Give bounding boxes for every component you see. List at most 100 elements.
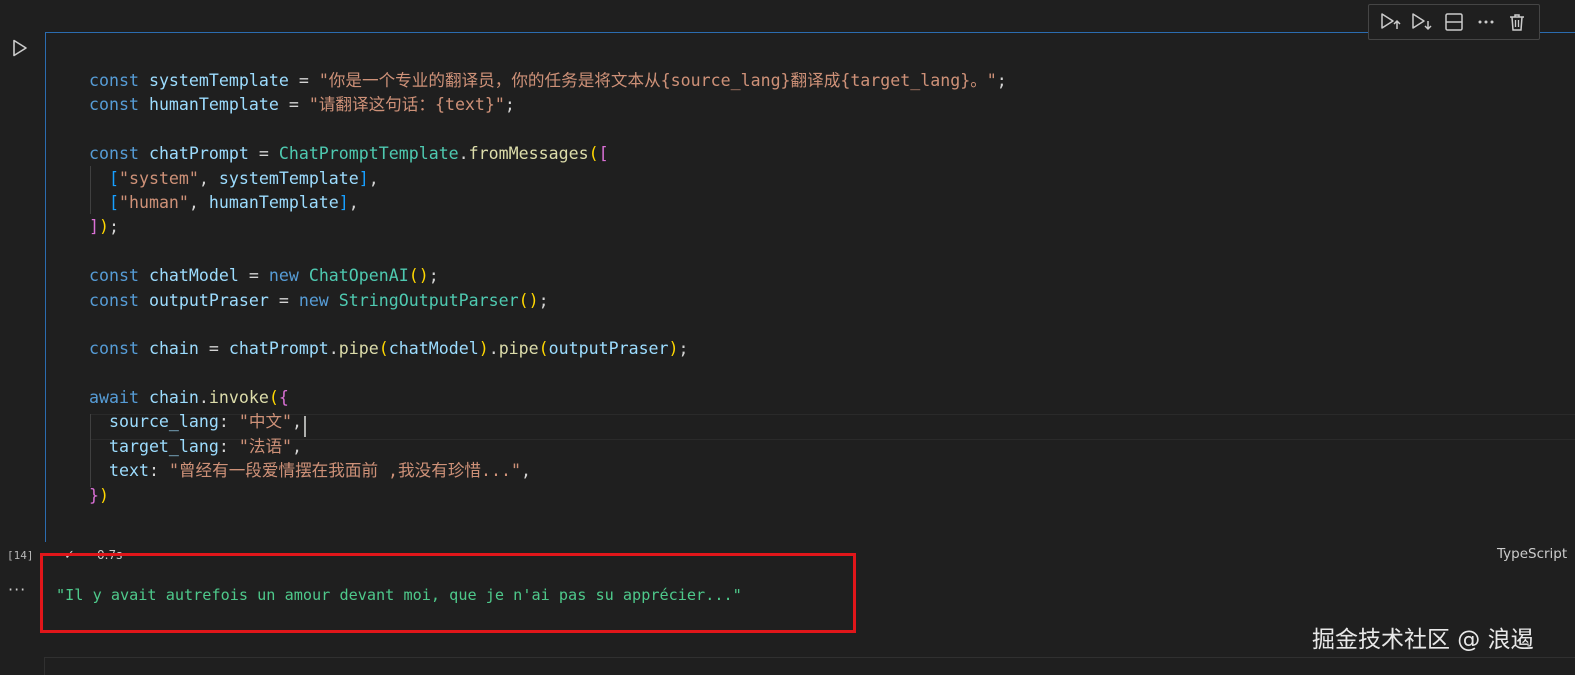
- code-line[interactable]: const humanTemplate = "请翻译这句话：{text}";: [89, 93, 1007, 117]
- code-line[interactable]: const systemTemplate = "你是一个专业的翻译员，你的任务是…: [89, 69, 1007, 93]
- code-token: new: [268, 266, 309, 286]
- code-token: .: [328, 339, 339, 359]
- code-token: ;: [428, 266, 439, 286]
- code-line[interactable]: const chain = chatPrompt.pipe(chatModel)…: [89, 337, 1007, 361]
- code-token: ;: [538, 290, 549, 310]
- code-token: chatPrompt: [228, 339, 329, 359]
- code-line[interactable]: ["system", systemTemplate],: [89, 167, 1007, 191]
- code-token: const: [89, 144, 149, 164]
- code-token: invoke: [208, 388, 269, 408]
- code-token: [: [108, 192, 119, 212]
- code-token: ): [99, 217, 109, 237]
- code-line[interactable]: const outputPraser = new StringOutputPar…: [89, 289, 1007, 313]
- code-line[interactable]: await chain.invoke({: [89, 386, 1007, 410]
- code-token: const: [89, 95, 149, 115]
- code-token: ,: [348, 192, 359, 212]
- code-token: chatModel: [148, 266, 239, 286]
- split-cell-icon: [1445, 13, 1463, 31]
- code-token: target_lang: [108, 436, 219, 456]
- execute-above-button[interactable]: [1378, 9, 1404, 35]
- code-token: humanTemplate: [208, 192, 339, 212]
- notebook-page: const systemTemplate = "你是一个专业的翻译员，你的任务是…: [0, 0, 1575, 675]
- code-token: ;: [678, 339, 689, 359]
- code-token: ChatOpenAI: [308, 266, 409, 286]
- code-line[interactable]: [89, 362, 1007, 386]
- code-line[interactable]: [89, 118, 1007, 142]
- code-line[interactable]: const chatPrompt = ChatPromptTemplate.fr…: [89, 142, 1007, 166]
- code-token: ): [668, 339, 679, 359]
- code-token: const: [89, 339, 149, 359]
- code-token: pipe: [338, 339, 379, 359]
- next-cell[interactable]: [44, 657, 1575, 675]
- code-token: new: [298, 290, 339, 310]
- code-token: =: [278, 95, 309, 115]
- code-token: await: [89, 388, 149, 408]
- code-token: text: [108, 461, 149, 481]
- code-token: humanTemplate: [148, 95, 279, 115]
- code-line[interactable]: [89, 240, 1007, 264]
- code-token: ,: [292, 412, 303, 432]
- code-token: ,: [520, 461, 531, 481]
- code-token: pipe: [498, 339, 539, 359]
- code-token: ]: [338, 192, 349, 212]
- play-icon: [13, 39, 27, 57]
- code-line[interactable]: ["human", humanTemplate],: [89, 191, 1007, 215]
- code-token: const: [89, 71, 149, 90]
- code-line[interactable]: }): [89, 484, 1007, 508]
- code-token: :: [148, 461, 169, 481]
- execute-below-icon: [1412, 13, 1432, 31]
- delete-icon: [1510, 14, 1525, 31]
- code-line[interactable]: text: "曾经有一段爱情摆在我面前 ,我没有珍惜...",: [89, 459, 1007, 483]
- code-token: (: [268, 388, 279, 408]
- code-token: =: [268, 290, 299, 310]
- code-token: chain: [148, 339, 199, 359]
- code-token: [: [108, 168, 119, 188]
- code-token: "请翻译这句话：{text}": [308, 95, 505, 115]
- code-line[interactable]: target_lang: "法语",: [89, 435, 1007, 459]
- split-cell-button[interactable]: [1441, 9, 1467, 35]
- delete-cell-button[interactable]: [1504, 9, 1530, 35]
- more-actions-button[interactable]: [1473, 9, 1499, 35]
- code-token: =: [198, 339, 229, 359]
- code-token: =: [248, 144, 279, 164]
- code-token: }: [89, 485, 99, 505]
- execute-above-icon: [1381, 13, 1401, 29]
- code-token: systemTemplate: [218, 168, 359, 188]
- cell-output-text: "Il y avait autrefois un amour devant mo…: [56, 586, 742, 604]
- run-cell-button[interactable]: [9, 37, 31, 59]
- code-line[interactable]: const chatModel = new ChatOpenAI();: [89, 264, 1007, 288]
- code-token: source_lang: [108, 412, 219, 432]
- execution-count: [14]: [7, 549, 34, 562]
- code-line[interactable]: ]);: [89, 215, 1007, 239]
- code-token: "system": [118, 168, 199, 188]
- code-token: ]: [358, 168, 369, 188]
- code-token: const: [89, 266, 149, 286]
- code-token: ,: [188, 192, 209, 212]
- watermark: 掘金技术社区 @ 浪遏: [1312, 627, 1534, 653]
- code-line[interactable]: source_lang: "中文",: [89, 410, 1007, 434]
- code-content: const systemTemplate = "你是一个专业的翻译员，你的任务是…: [89, 69, 1007, 508]
- code-token: (: [538, 339, 549, 359]
- execute-below-button[interactable]: [1409, 9, 1435, 35]
- output-actions-button[interactable]: ···: [8, 580, 26, 599]
- code-token: .: [198, 388, 209, 408]
- code-token: chatPrompt: [148, 144, 249, 164]
- code-token: ;: [996, 71, 1007, 90]
- text-cursor: [304, 416, 306, 437]
- code-token: StringOutputParser: [338, 290, 519, 310]
- code-token: ChatPromptTemplate: [278, 144, 459, 164]
- code-token: .: [488, 339, 499, 359]
- code-token: .: [458, 144, 469, 164]
- code-token: ,: [198, 168, 219, 188]
- code-token: "中文": [238, 412, 293, 432]
- code-token: {: [278, 388, 289, 408]
- cell-language-button[interactable]: TypeScript: [1497, 546, 1567, 562]
- code-token: "曾经有一段爱情摆在我面前 ,我没有珍惜...": [168, 461, 521, 481]
- code-line[interactable]: [89, 313, 1007, 337]
- code-token: ): [478, 339, 489, 359]
- code-token: fromMessages: [468, 144, 589, 164]
- code-token: [: [598, 144, 609, 164]
- code-token: systemTemplate: [148, 71, 289, 90]
